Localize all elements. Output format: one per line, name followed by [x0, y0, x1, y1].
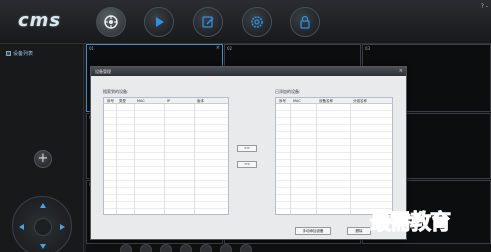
plus-icon: +: [37, 151, 49, 166]
add-device-button[interactable]: +: [34, 150, 52, 168]
close-icon[interactable]: ×: [399, 67, 403, 76]
added-devices-label: 已添加的设备:: [275, 89, 301, 94]
lock-icon: [300, 15, 310, 29]
ptz-right-icon[interactable]: [60, 224, 65, 230]
playback-controls: [120, 244, 340, 252]
searched-devices-table[interactable]: 序号 类型 MAC IP 版本: [103, 97, 229, 215]
settings-button[interactable]: [242, 7, 272, 37]
manual-add-device-button[interactable]: 手动添加设备: [295, 227, 331, 235]
table-body: [276, 104, 392, 214]
app-logo: cms: [18, 10, 62, 31]
delete-button[interactable]: 删除: [347, 227, 371, 235]
move-right-button[interactable]: >>: [237, 145, 257, 152]
control-button[interactable]: [240, 244, 252, 252]
column-header: 类型: [119, 99, 126, 103]
close-icon[interactable]: ×: [216, 45, 220, 51]
camera-view-button[interactable]: [96, 7, 126, 37]
watermark: 最需教育: [370, 209, 452, 235]
edit-button[interactable]: [193, 7, 223, 37]
searched-devices-label: 搜索到的设备:: [103, 89, 129, 94]
column-header: MAC: [293, 99, 301, 103]
top-toolbar: cms ? -: [0, 0, 491, 44]
cell-number: 03: [365, 46, 371, 51]
playback-button[interactable]: [144, 7, 174, 37]
window-controls[interactable]: ? -: [481, 3, 488, 10]
device-list-label: 设备列表: [13, 51, 34, 57]
table-body: [104, 104, 228, 214]
device-sidebar: 设备列表 +: [0, 44, 84, 252]
edit-icon: [202, 16, 214, 28]
dialog-titlebar: 设备管理 ×: [91, 67, 406, 76]
column-header: 序号: [279, 99, 286, 103]
dialog-title: 设备管理: [95, 69, 111, 74]
column-header: MAC: [137, 99, 145, 103]
device-list-item[interactable]: 设备列表: [6, 50, 33, 57]
lock-button[interactable]: [290, 7, 320, 37]
column-header: 序号: [107, 99, 114, 103]
ptz-down-icon[interactable]: [40, 244, 46, 249]
play-icon: [156, 17, 164, 27]
control-button[interactable]: [180, 244, 192, 252]
control-button[interactable]: [200, 244, 212, 252]
column-header: 分组名称: [353, 99, 367, 103]
ptz-center-button[interactable]: [34, 218, 52, 236]
device-management-dialog: 设备管理 × 搜索到的设备: 序号 类型 MAC IP 版本 >> << 已添加…: [90, 66, 407, 240]
settings-icon: [251, 16, 263, 28]
folder-icon: [6, 51, 11, 56]
column-header: 版本: [197, 99, 204, 103]
cell-number: 02: [227, 46, 233, 51]
control-button[interactable]: [120, 244, 132, 252]
move-left-button[interactable]: <<: [237, 161, 257, 168]
ptz-left-icon[interactable]: [19, 224, 24, 230]
camera-view-icon: [104, 15, 118, 29]
control-button[interactable]: [160, 244, 172, 252]
added-devices-table[interactable]: 序号 MAC 设备名称 分组名称: [275, 97, 393, 215]
column-header: IP: [167, 99, 171, 103]
ptz-control: [12, 196, 72, 252]
ptz-up-icon[interactable]: [40, 203, 46, 208]
column-header: 设备名称: [319, 99, 333, 103]
control-button[interactable]: [220, 244, 232, 252]
cell-number: 01: [89, 46, 95, 51]
control-button[interactable]: [140, 244, 152, 252]
